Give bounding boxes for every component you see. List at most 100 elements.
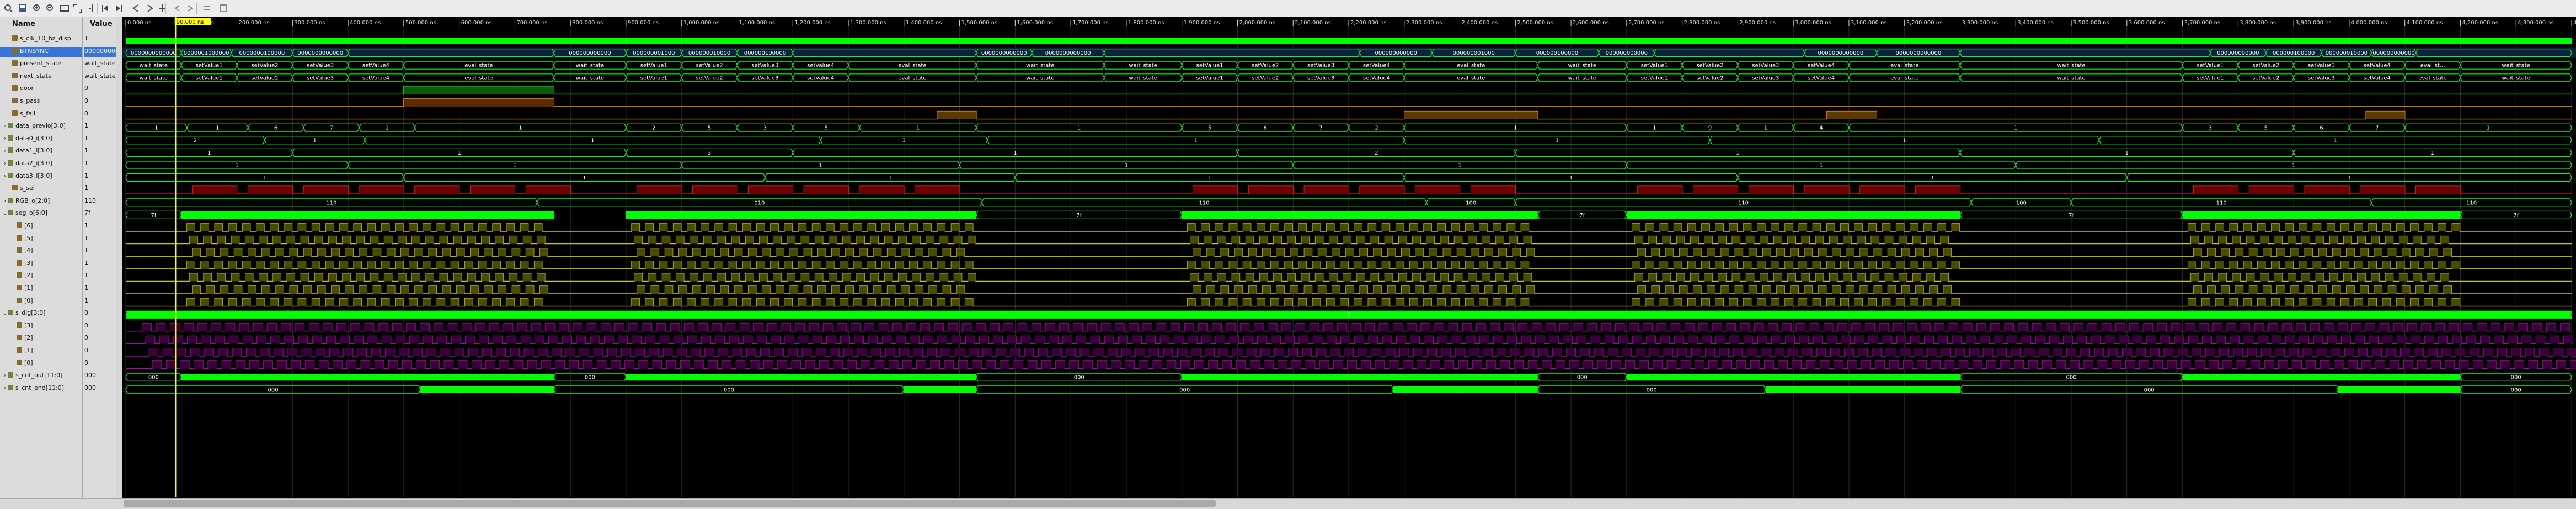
seg-bit-waveform-fill xyxy=(1952,224,1960,231)
signal-name-row[interactable]: › data_previo[3:0] xyxy=(0,122,82,132)
dig-bit-waveform-fill xyxy=(819,360,829,369)
dig-bit-waveform-fill xyxy=(2473,360,2482,369)
next-transition-button[interactable] xyxy=(143,2,156,14)
signal-name-row[interactable]: [1] xyxy=(0,284,82,294)
search-button[interactable] xyxy=(2,2,14,14)
dig-bit-waveform-fill xyxy=(1230,336,1239,344)
signal-name-row[interactable]: › data0_i[3:0] xyxy=(0,135,82,145)
signal-name-row[interactable]: next_state xyxy=(0,72,82,82)
dig-bit-waveform-fill xyxy=(249,360,259,369)
expand-toggle-icon[interactable]: › xyxy=(2,372,8,379)
seg-bit-waveform-fill xyxy=(426,273,434,282)
bit-signal-icon xyxy=(17,335,22,341)
signal-name-row[interactable]: › RGB_o[2:0] xyxy=(0,197,82,207)
signal-name-row[interactable]: door xyxy=(0,84,82,94)
seg-bit-waveform-fill xyxy=(478,224,487,231)
seg-bit-waveform-fill xyxy=(470,286,478,294)
dig-bit-waveform-fill xyxy=(166,360,175,369)
previous-marker-button[interactable] xyxy=(171,2,183,14)
swap-cursors-button[interactable] xyxy=(201,2,213,14)
s-sel-waveform-fill xyxy=(1915,186,1960,194)
seg-bit-waveform-fill xyxy=(1329,236,1337,244)
zoom-fit-button[interactable] xyxy=(58,2,71,14)
seg-bit-waveform-fill xyxy=(1729,261,1738,269)
signal-name-row[interactable]: › s_cnt_out[11:0] xyxy=(0,372,82,381)
seg-bit-waveform-fill xyxy=(467,273,475,282)
go-to-cursor-button[interactable] xyxy=(86,2,98,14)
seg-bit-waveform-fill xyxy=(220,286,228,294)
expand-toggle-icon[interactable]: ⌄ xyxy=(2,209,8,216)
expand-toggle-icon[interactable]: › xyxy=(2,197,8,204)
go-to-end-button[interactable] xyxy=(113,2,125,14)
signal-name-row[interactable]: [2] xyxy=(0,334,82,344)
signal-name-row[interactable]: ⌄ s_dig[3:0] xyxy=(0,309,82,319)
dig-bit-waveform-fill xyxy=(2338,323,2347,331)
expand-toggle-icon[interactable]: › xyxy=(2,147,8,154)
signal-name-row[interactable]: › s_cnt_end[11:0] xyxy=(0,384,82,394)
seg-bit-waveform-fill xyxy=(284,261,292,269)
dig-bit-waveform-fill xyxy=(687,336,697,344)
dig-bit-waveform-fill xyxy=(1736,360,1746,369)
zoom-full-button[interactable] xyxy=(72,2,84,14)
snap-to-transition-button[interactable] xyxy=(217,2,229,14)
signal-name-row[interactable]: BTNSYNC xyxy=(0,47,82,57)
dig-bit-waveform-fill xyxy=(1198,323,1208,331)
signal-name-row[interactable]: s_clk_10_hz_disp xyxy=(0,35,82,45)
seg-bit-waveform-fill xyxy=(2274,273,2282,282)
signal-name-row[interactable]: › data1_i[3:0] xyxy=(0,147,82,157)
seg-bit-waveform-fill xyxy=(1354,298,1362,306)
seg-bit-waveform-fill xyxy=(1426,236,1435,244)
add-marker-button[interactable] xyxy=(157,2,169,14)
signal-name-row[interactable]: [4] xyxy=(0,247,82,257)
go-to-cursor-icon xyxy=(89,4,93,12)
expand-toggle-icon[interactable]: › xyxy=(2,160,8,167)
signal-name-row[interactable]: s_pass xyxy=(0,97,82,107)
horizontal-scrollbar[interactable] xyxy=(122,498,2576,509)
dig-bit-waveform-fill xyxy=(1810,323,1819,331)
signal-value: 7f xyxy=(84,209,90,217)
signal-name-row[interactable]: › data3_i[3:0] xyxy=(0,172,82,182)
scrollbar-thumb[interactable] xyxy=(124,500,1216,507)
bus-value-label: 1 xyxy=(1125,163,1128,169)
signal-name-row[interactable]: ⌄ seg_o[6:0] xyxy=(0,209,82,219)
expand-toggle-icon[interactable]: ⌄ xyxy=(2,309,8,316)
dig-bit-waveform-fill xyxy=(2129,323,2139,331)
name-header[interactable]: Name xyxy=(12,20,35,31)
seg-bit-waveform-fill xyxy=(1843,236,1851,244)
signal-name-row[interactable]: › data2_i[3:0] xyxy=(0,160,82,169)
signal-name-row[interactable]: [5] xyxy=(0,235,82,245)
waveform-svg[interactable]: 0.000 ns100.000 ns200.000 ns300.000 ns40… xyxy=(122,17,2576,497)
expand-toggle-icon[interactable]: › xyxy=(2,122,8,129)
signal-name-row[interactable]: s_sel xyxy=(0,184,82,194)
signal-value: 1 xyxy=(84,222,88,229)
zoom-in-button[interactable] xyxy=(31,2,43,14)
seg-bit-waveform-fill xyxy=(715,224,723,231)
dig-bit-waveform-fill xyxy=(444,360,453,369)
save-button[interactable] xyxy=(17,2,29,14)
expand-toggle-icon[interactable]: › xyxy=(2,172,8,179)
signal-name-row[interactable]: [3] xyxy=(0,322,82,332)
zoom-out-button[interactable] xyxy=(44,2,56,14)
waveform-canvas[interactable]: 0.000 ns100.000 ns200.000 ns300.000 ns40… xyxy=(122,17,2576,508)
go-to-start-button[interactable] xyxy=(99,2,111,14)
previous-transition-button[interactable] xyxy=(130,2,142,14)
bus-value-label: wait_state xyxy=(2502,75,2530,81)
dig-bit-waveform-fill xyxy=(1066,348,1076,356)
seg-bit-waveform-fill xyxy=(729,298,737,306)
signal-name-row[interactable]: [3] xyxy=(0,259,82,269)
expand-toggle-icon[interactable]: › xyxy=(2,135,8,142)
seg-bit-waveform-fill xyxy=(1771,261,1779,269)
seg-bit-waveform-fill xyxy=(1638,248,1646,257)
next-marker-button[interactable] xyxy=(184,2,196,14)
signal-name-row[interactable]: s_fail xyxy=(0,110,82,120)
signal-name-row[interactable]: [6] xyxy=(0,222,82,232)
seg-bit-waveform-fill xyxy=(801,236,809,244)
dig-bit-waveform-fill xyxy=(2063,336,2073,344)
expand-toggle-icon[interactable]: › xyxy=(2,384,8,391)
signal-name-row[interactable]: [0] xyxy=(0,297,82,307)
signal-name-row[interactable]: [2] xyxy=(0,272,82,282)
value-header[interactable]: Value xyxy=(90,20,113,31)
signal-name-row[interactable]: present_state xyxy=(0,60,82,70)
signal-name-row[interactable]: [0] xyxy=(0,359,82,369)
signal-name-row[interactable]: [1] xyxy=(0,347,82,357)
